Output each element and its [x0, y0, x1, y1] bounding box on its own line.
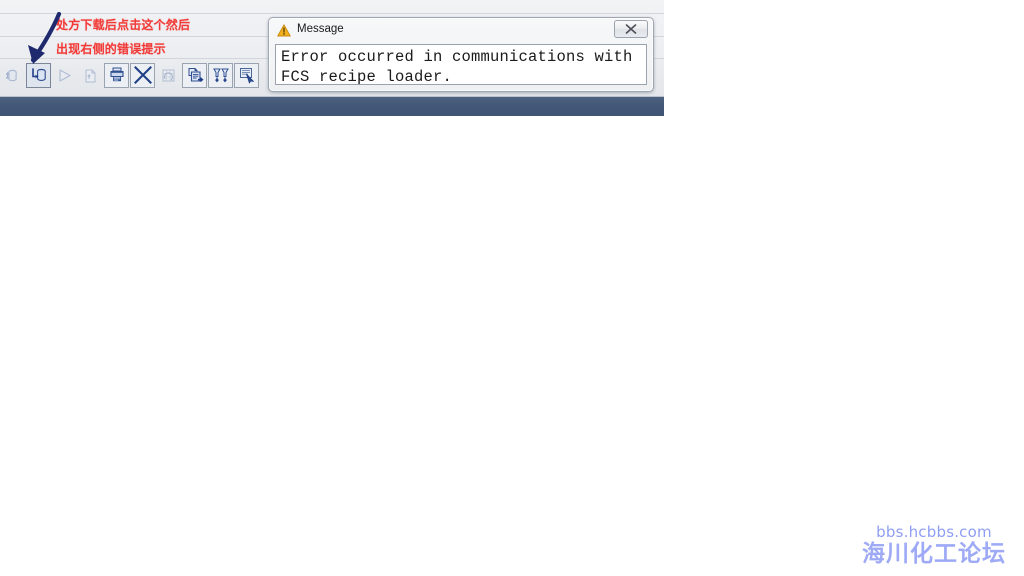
toolbar [0, 61, 260, 89]
play-triangle-icon [56, 67, 73, 84]
upload-cylinder-icon [4, 67, 21, 84]
watermark-url: bbs.hcbbs.com [876, 523, 992, 541]
status-band [0, 96, 664, 116]
toolbar-button-run[interactable] [52, 63, 77, 88]
dialog-message-box: Error occurred in communications with FC… [275, 44, 647, 85]
refresh-grid-icon [160, 67, 177, 84]
dialog-titlebar: Message [269, 18, 653, 42]
annotation-text-line-2: 出现右侧的错误提示 [56, 42, 166, 56]
dialog-message-text: Error occurred in communications with FC… [281, 48, 633, 85]
message-dialog: Message Error occurred in communications… [268, 17, 654, 92]
toolbar-button-transfer[interactable] [208, 62, 233, 88]
chrome-divider [0, 13, 664, 14]
toolbar-button-print[interactable] [104, 62, 129, 88]
annotation-text-line-1: 处方下载后点击这个然后 [56, 18, 191, 32]
printer-icon [108, 66, 126, 84]
watermark: bbs.hcbbs.com 海川化工论坛 [862, 525, 1006, 566]
toolbar-button-recipe-download[interactable] [26, 62, 51, 88]
screenshot-fragment: 处方下载后点击这个然后 出现右侧的错误提示 Message Error occu… [0, 0, 664, 116]
close-x-icon [133, 65, 153, 85]
toolbar-button-select-tool[interactable] [234, 62, 259, 88]
funnel-transfer-icon [212, 66, 230, 84]
page-arrow-icon [82, 67, 99, 84]
toolbar-button-delete[interactable] [130, 62, 155, 88]
pointer-list-icon [238, 66, 256, 84]
close-icon[interactable] [614, 20, 648, 38]
copy-arrow-icon [186, 66, 204, 84]
watermark-site-name: 海川化工论坛 [862, 541, 1006, 567]
download-cylinder-icon [30, 66, 48, 84]
toolbar-button-step[interactable] [78, 63, 103, 88]
dialog-title: Message [297, 23, 344, 36]
toolbar-button-recipe-upload[interactable] [0, 63, 25, 88]
toolbar-button-copy-to[interactable] [182, 62, 207, 88]
toolbar-button-refresh[interactable] [156, 63, 181, 88]
warning-triangle-icon [277, 23, 291, 37]
